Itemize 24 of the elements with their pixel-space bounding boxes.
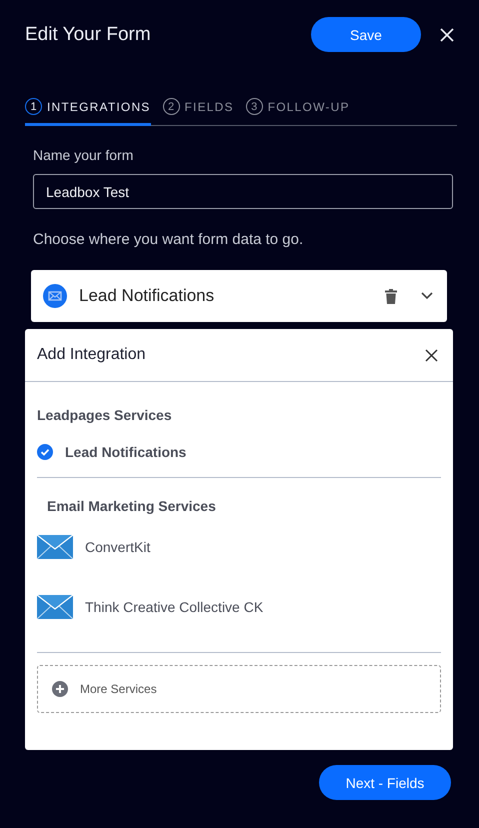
plus-icon xyxy=(52,681,68,697)
save-button[interactable]: Save xyxy=(311,17,421,52)
service-item[interactable]: Lead Notifications xyxy=(37,437,441,467)
panel-title: Edit Your Form xyxy=(25,24,152,46)
mail-icon xyxy=(43,284,67,308)
service-item[interactable]: ConvertKit xyxy=(37,532,441,562)
next-button[interactable]: Next - Fields xyxy=(319,765,451,800)
more-services-button[interactable]: More Services xyxy=(37,665,441,713)
section-heading: Leadpages Services xyxy=(37,407,173,423)
step-tab[interactable]: 1 INTEGRATIONS xyxy=(25,98,151,126)
chevron-icon[interactable] xyxy=(421,292,433,300)
field-label: Name your form xyxy=(33,147,134,163)
trash-icon[interactable] xyxy=(385,288,397,304)
envelope-icon xyxy=(37,595,73,619)
popup-title: Add Integration xyxy=(37,346,146,364)
integration-name: Lead Notifications xyxy=(79,286,216,306)
section-heading: Email Marketing Services xyxy=(47,498,217,514)
envelope-icon xyxy=(37,535,73,559)
service-item[interactable]: Think Creative Collective CK xyxy=(37,592,441,622)
close-icon[interactable] xyxy=(425,348,438,362)
step-tab[interactable]: 2 FIELDS xyxy=(162,98,234,126)
instructions-text: Choose where you want form data to go. xyxy=(33,231,304,248)
form-name-field[interactable]: Leadbox Test xyxy=(33,174,453,209)
step-tab[interactable]: 3 FOLLOW-UP xyxy=(246,98,350,126)
